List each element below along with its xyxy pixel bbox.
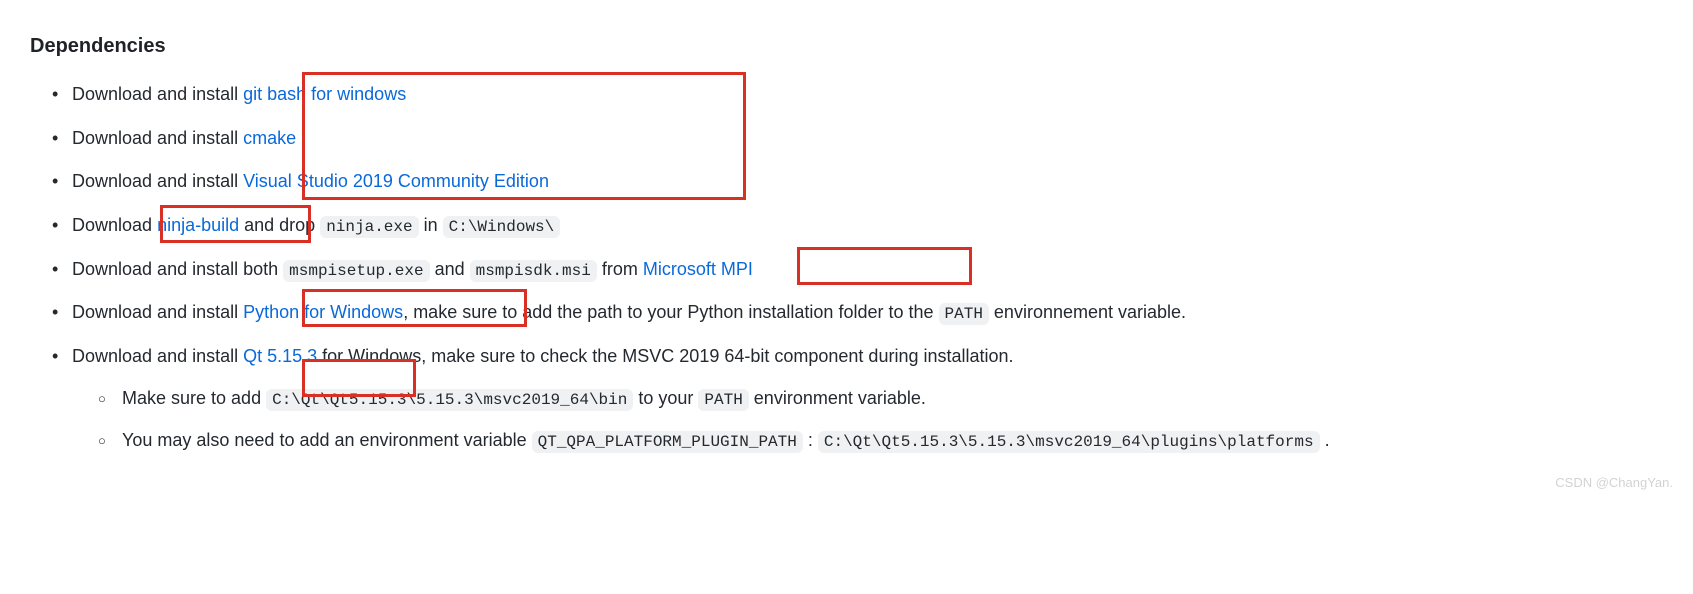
list-item: Download and install Qt 5.15.3 for Windo… <box>30 342 1663 455</box>
code-path: PATH <box>698 389 748 411</box>
list-item: Download and install Visual Studio 2019 … <box>30 167 1663 197</box>
text: Make sure to add <box>122 388 266 408</box>
code-qt-bin-path: C:\Qt\Qt5.15.3\5.15.3\msvc2019_64\bin <box>266 389 633 411</box>
code-msmpisdk: msmpisdk.msi <box>470 260 597 282</box>
text: Download and install <box>72 346 243 366</box>
list-item: Download and install git bash for window… <box>30 80 1663 110</box>
link-visual-studio[interactable]: Visual Studio 2019 Community Edition <box>243 171 549 191</box>
text: Download and install <box>72 171 243 191</box>
section-heading: Dependencies <box>30 30 1663 62</box>
text: Download and install both <box>72 259 283 279</box>
text: in <box>419 215 443 235</box>
code-windows-path: C:\Windows\ <box>443 216 561 238</box>
link-git-bash[interactable]: git bash for windows <box>243 84 406 104</box>
sub-list-item: You may also need to add an environment … <box>72 426 1663 456</box>
list-item: Download and install cmake <box>30 124 1663 154</box>
text: for Windows, make sure to check the MSVC… <box>317 346 1013 366</box>
code-path: PATH <box>939 303 989 325</box>
code-msmpisetup: msmpisetup.exe <box>283 260 429 282</box>
list-item: Download ninja-build and drop ninja.exe … <box>30 211 1663 241</box>
text: , make sure to add the path to your Pyth… <box>403 302 938 322</box>
link-ninja-build[interactable]: ninja-build <box>157 215 239 235</box>
text: to your <box>633 388 698 408</box>
text: environnement variable. <box>989 302 1186 322</box>
dependencies-list: Download and install git bash for window… <box>30 80 1663 455</box>
text: Download and install <box>72 128 243 148</box>
code-qt-env-var: QT_QPA_PLATFORM_PLUGIN_PATH <box>532 431 803 453</box>
text: environment variable. <box>749 388 926 408</box>
sub-list: Make sure to add C:\Qt\Qt5.15.3\5.15.3\m… <box>72 384 1663 455</box>
link-cmake[interactable]: cmake <box>243 128 296 148</box>
text: Download and install <box>72 84 243 104</box>
text: and drop <box>239 215 320 235</box>
text: Download and install <box>72 302 243 322</box>
text: You may also need to add an environment … <box>122 430 532 450</box>
text: from <box>597 259 643 279</box>
text: Download <box>72 215 157 235</box>
text: . <box>1320 430 1330 450</box>
link-qt[interactable]: Qt 5.15.3 <box>243 346 317 366</box>
text: : <box>803 430 818 450</box>
list-item: Download and install both msmpisetup.exe… <box>30 255 1663 285</box>
watermark: CSDN @ChangYan. <box>1555 473 1673 494</box>
link-python-windows[interactable]: Python for Windows <box>243 302 403 322</box>
text: and <box>430 259 470 279</box>
link-microsoft-mpi[interactable]: Microsoft MPI <box>643 259 753 279</box>
sub-list-item: Make sure to add C:\Qt\Qt5.15.3\5.15.3\m… <box>72 384 1663 414</box>
list-item: Download and install Python for Windows,… <box>30 298 1663 328</box>
code-qt-plugins-path: C:\Qt\Qt5.15.3\5.15.3\msvc2019_64\plugin… <box>818 431 1320 453</box>
code-ninja-exe: ninja.exe <box>320 216 418 238</box>
